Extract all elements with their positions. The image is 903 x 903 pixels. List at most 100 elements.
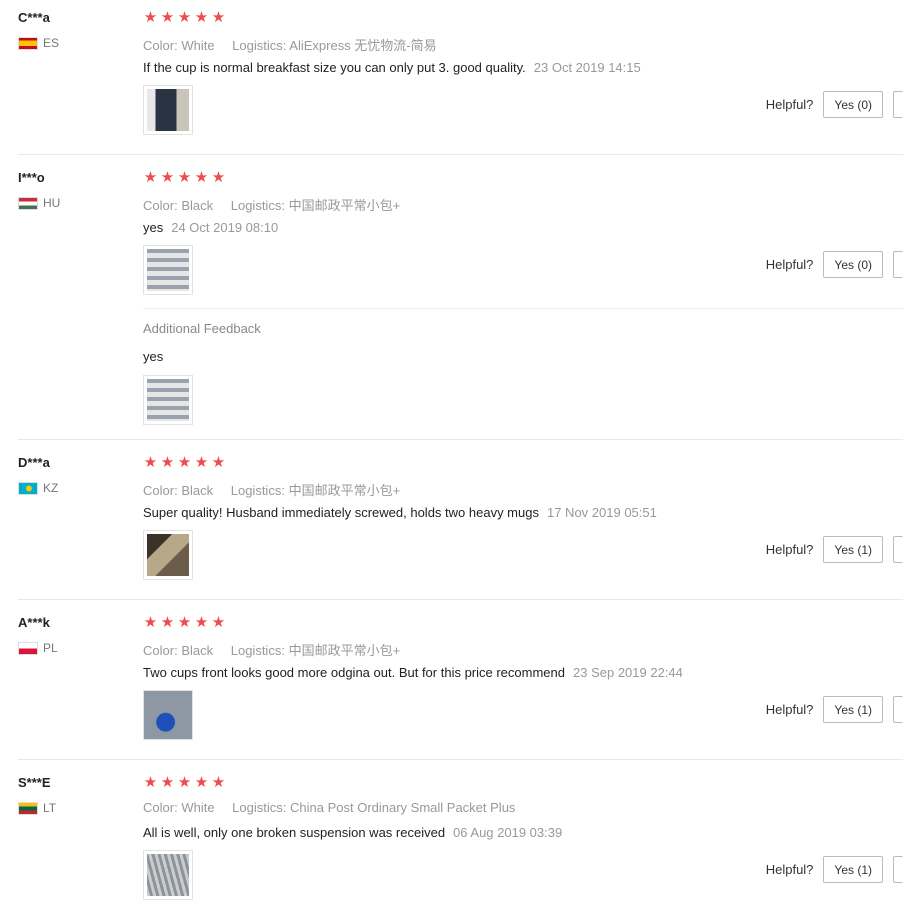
star-icon: ★	[194, 774, 209, 791]
additional-divider	[143, 308, 903, 309]
review-meta: Color: Black Logistics: 中国邮政平常小包+	[143, 195, 414, 214]
kz-flag-icon	[18, 481, 38, 495]
star-icon: ★	[160, 774, 175, 791]
star-icon: ★	[143, 169, 158, 186]
star-icon: ★	[143, 9, 158, 26]
photo-image	[147, 534, 189, 576]
helpful-yes-button[interactable]: Yes (0)	[823, 91, 883, 118]
color-value: Black	[181, 198, 214, 213]
photo-image	[147, 249, 189, 291]
helpful-controls: Helpful? Yes (0)	[766, 251, 903, 278]
star-icon: ★	[160, 614, 175, 631]
review-photo[interactable]	[143, 85, 193, 135]
review-date: 23 Sep 2019 22:44	[573, 665, 683, 680]
country-code: KZ	[43, 481, 59, 495]
star-rating: ★ ★ ★ ★ ★	[143, 455, 226, 470]
reviewer-name: I***o	[18, 170, 45, 185]
color-label: Color:	[143, 38, 178, 53]
additional-feedback-title: Additional Feedback	[143, 321, 261, 336]
helpful-yes-button[interactable]: Yes (1)	[823, 696, 883, 723]
star-rating: ★ ★ ★ ★ ★	[143, 615, 226, 630]
logistics-label: Logistics:	[230, 198, 285, 213]
star-icon: ★	[211, 774, 226, 791]
photo-image	[147, 89, 189, 131]
hu-flag-icon	[18, 196, 38, 210]
star-icon: ★	[177, 614, 192, 631]
review-text: yes 24 Oct 2019 08:10	[143, 220, 278, 235]
reviewer-name: S***E	[18, 775, 51, 790]
helpful-controls: Helpful? Yes (1)	[766, 536, 903, 563]
logistics-label: Logistics:	[232, 800, 287, 815]
star-icon: ★	[211, 169, 226, 186]
photo-image	[144, 691, 192, 739]
logistics-value: China Post Ordinary Small Packet Plus	[290, 800, 516, 815]
star-icon: ★	[211, 454, 226, 471]
reviewer-country: LT	[18, 801, 56, 815]
star-icon: ★	[143, 614, 158, 631]
star-icon: ★	[211, 9, 226, 26]
lt-flag-icon	[18, 801, 38, 815]
logistics-label: Logistics:	[230, 483, 285, 498]
helpful-no-button[interactable]	[893, 696, 903, 723]
review-date: 23 Oct 2019 14:15	[533, 60, 641, 75]
feedback-text: Super quality! Husband immediately screw…	[143, 505, 539, 520]
pl-flag-icon	[18, 641, 38, 655]
helpful-yes-button[interactable]: Yes (1)	[823, 536, 883, 563]
helpful-no-button[interactable]	[893, 251, 903, 278]
star-icon: ★	[160, 454, 175, 471]
star-icon: ★	[177, 454, 192, 471]
feedback-text: yes	[143, 220, 164, 235]
review-meta: Color: Black Logistics: 中国邮政平常小包+	[143, 640, 414, 659]
review-date: 24 Oct 2019 08:10	[171, 220, 279, 235]
reviewer-country: HU	[18, 196, 60, 210]
review-text: All is well, only one broken suspension …	[143, 825, 562, 840]
review-photo[interactable]	[143, 690, 193, 740]
star-icon: ★	[160, 169, 175, 186]
helpful-no-button[interactable]	[893, 856, 903, 883]
review-photo[interactable]	[143, 530, 193, 580]
country-code: PL	[43, 641, 58, 655]
country-code: ES	[43, 36, 60, 50]
helpful-controls: Helpful? Yes (0)	[766, 91, 903, 118]
reviewer-name: C***a	[18, 10, 50, 25]
review-date: 17 Nov 2019 05:51	[546, 505, 657, 520]
review-text: Two cups front looks good more odgina ou…	[143, 665, 683, 680]
star-icon: ★	[143, 774, 158, 791]
country-code: HU	[43, 196, 61, 210]
photo-image	[147, 854, 189, 896]
helpful-label: Helpful?	[765, 97, 814, 112]
helpful-no-button[interactable]	[893, 91, 903, 118]
reviewer-country: KZ	[18, 481, 58, 495]
logistics-value: 中国邮政平常小包+	[288, 198, 401, 213]
logistics-label: Logistics:	[232, 38, 287, 53]
helpful-yes-button[interactable]: Yes (1)	[823, 856, 883, 883]
star-icon: ★	[194, 454, 209, 471]
helpful-label: Helpful?	[765, 702, 814, 717]
additional-feedback-text: yes	[143, 349, 164, 364]
additional-photo[interactable]	[143, 375, 193, 425]
star-icon: ★	[194, 9, 209, 26]
review-photo[interactable]	[143, 850, 193, 900]
country-code: LT	[43, 801, 57, 815]
helpful-label: Helpful?	[765, 862, 814, 877]
review-text: If the cup is normal breakfast size you …	[143, 60, 641, 75]
star-icon: ★	[177, 774, 192, 791]
star-icon: ★	[177, 9, 192, 26]
helpful-controls: Helpful? Yes (1)	[766, 856, 903, 883]
helpful-no-button[interactable]	[893, 536, 903, 563]
color-value: Black	[181, 483, 214, 498]
reviewer-name: D***a	[18, 455, 50, 470]
star-icon: ★	[143, 454, 158, 471]
star-icon: ★	[194, 169, 209, 186]
review-photo[interactable]	[143, 245, 193, 295]
review-text: Super quality! Husband immediately screw…	[143, 505, 657, 520]
photo-image	[147, 379, 189, 421]
review-date: 06 Aug 2019 03:39	[453, 825, 563, 840]
review-meta: Color: White Logistics: China Post Ordin…	[143, 800, 529, 815]
reviewer-country: PL	[18, 641, 58, 655]
color-label: Color:	[143, 483, 178, 498]
reviewer-name: A***k	[18, 615, 50, 630]
color-value: Black	[181, 643, 214, 658]
star-rating: ★ ★ ★ ★ ★	[143, 170, 226, 185]
helpful-yes-button[interactable]: Yes (0)	[823, 251, 883, 278]
